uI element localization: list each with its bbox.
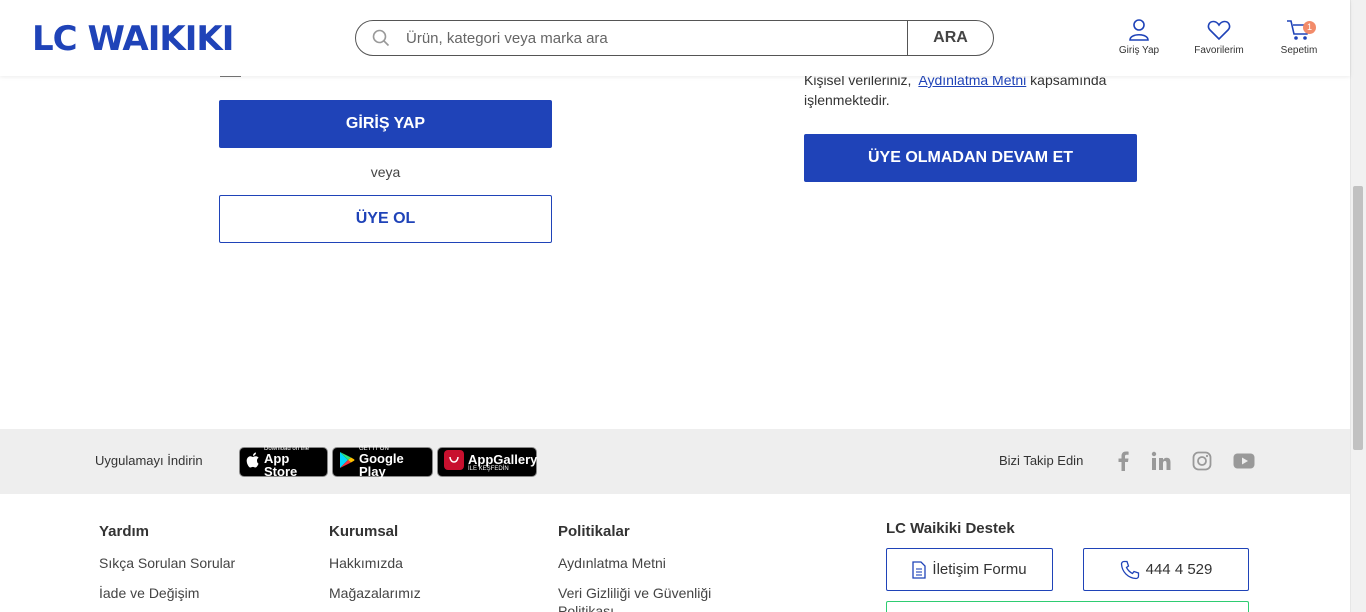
whatsapp-button[interactable] (886, 601, 1249, 612)
login-label: Giriş Yap (1118, 45, 1160, 56)
document-icon (912, 560, 927, 579)
footer-column-corporate: Kurumsal Hakkımızda Mağazalarımız (329, 523, 421, 612)
guest-checkout-button[interactable]: ÜYE OLMADAN DEVAM ET (804, 134, 1137, 182)
brand-logo[interactable]: LC WAIKIKI (32, 19, 234, 59)
google-play-icon (339, 451, 355, 474)
footer-column-title: Kurumsal (329, 523, 399, 540)
cart-icon (1264, 18, 1334, 42)
contact-form-label: İletişim Formu (932, 561, 1027, 578)
footer-column-policies: Politikalar Aydınlatma Metni Veri Gizlil… (558, 523, 748, 612)
phone-icon (1120, 560, 1140, 580)
register-button[interactable]: ÜYE OL (219, 195, 552, 243)
support-title: LC Waikiki Destek (886, 520, 1015, 537)
phone-button[interactable]: 444 4 529 (1083, 548, 1249, 591)
instagram-icon[interactable] (1190, 449, 1214, 473)
login-button[interactable]: GİRİŞ YAP (219, 100, 552, 148)
phone-number: 444 4 529 (1145, 561, 1213, 578)
cart-action[interactable]: 1 Sepetim (1264, 18, 1334, 56)
huawei-icon (444, 449, 464, 475)
cart-label: Sepetim (1280, 45, 1318, 56)
search-input[interactable] (406, 21, 907, 55)
app-store-badge[interactable]: Download on the App Store (239, 446, 328, 479)
google-play-big: Google Play (359, 451, 404, 479)
or-separator: veya (370, 164, 401, 180)
app-download-band: Uygulamayı İndirin Download on the App S… (0, 429, 1350, 494)
contact-form-button[interactable]: İletişim Formu (886, 548, 1053, 591)
footer-column-help: Yardım Sıkça Sorulan Sorular İade ve Değ… (99, 523, 235, 612)
footer-column-title: Yardım (99, 523, 150, 540)
footer-link[interactable]: Mağazalarımız (329, 584, 421, 602)
favorites-action[interactable]: Favorilerim (1184, 18, 1254, 56)
favorites-label: Favorilerim (1194, 45, 1244, 56)
google-play-badge[interactable]: GET IT ON Google Play (332, 446, 433, 479)
footer-column-title: Politikalar (558, 523, 630, 540)
apple-icon (246, 452, 260, 473)
footer-link[interactable]: Sıkça Sorulan Sorular (99, 554, 235, 572)
user-icon (1104, 18, 1174, 42)
site-header: LC WAIKIKI ARA Giriş Yap Favorilerim 1 (0, 0, 1350, 76)
app-gallery-small: İLE KEŞFEDİN (468, 465, 509, 472)
footer-link[interactable]: Aydınlatma Metni (558, 554, 748, 572)
footer-link[interactable]: Veri Gizliliği ve Güvenliği Politikası (558, 584, 748, 612)
follow-label: Bizi Takip Edin (999, 453, 1084, 468)
download-label: Uygulamayı İndirin (95, 453, 203, 468)
search-button[interactable]: ARA (907, 21, 993, 55)
search-icon (356, 29, 406, 47)
search-bar: ARA (355, 20, 994, 56)
app-gallery-big: AppGallery (468, 451, 538, 467)
app-store-big: App Store (264, 451, 298, 479)
app-gallery-badge[interactable]: AppGallery İLE KEŞFEDİN (437, 447, 537, 477)
linkedin-icon[interactable] (1149, 449, 1173, 473)
login-action[interactable]: Giriş Yap (1104, 18, 1174, 56)
scrollbar-thumb[interactable] (1353, 186, 1363, 450)
footer-link[interactable]: Hakkımızda (329, 554, 421, 572)
page: LC WAIKIKI ARA Giriş Yap Favorilerim 1 (0, 0, 1366, 612)
kvkk-notice: Kişisel verileriniz, Aydınlatma Metni ka… (804, 70, 1144, 110)
facebook-icon[interactable] (1111, 449, 1135, 473)
page-scrollbar[interactable] (1350, 0, 1366, 612)
youtube-icon[interactable] (1232, 449, 1256, 473)
footer-link[interactable]: İade ve Değişim (99, 584, 235, 602)
heart-icon (1184, 18, 1254, 42)
cart-count-badge: 1 (1303, 21, 1316, 34)
